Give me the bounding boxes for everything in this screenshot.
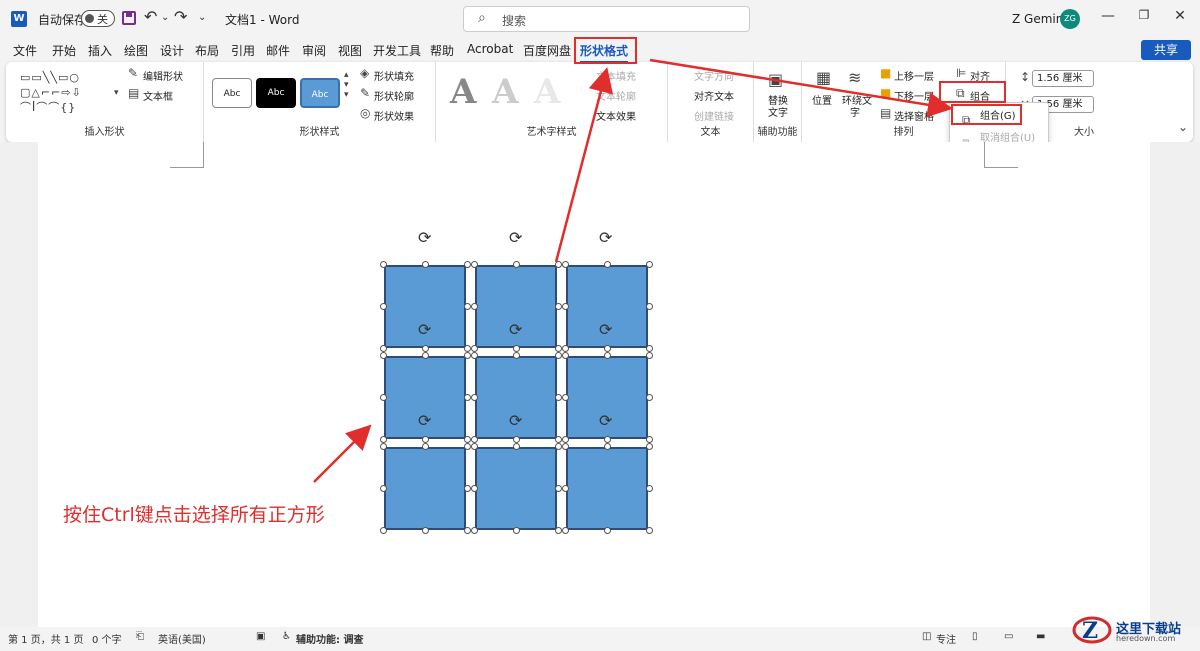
page-count[interactable]: 第 1 页，共 1 页 (8, 631, 83, 646)
focus-icon: ◫ (922, 631, 932, 642)
print-layout-icon[interactable]: ▭ (1004, 631, 1013, 642)
watermark-url: heredown.com (1116, 634, 1176, 643)
annotation-arrows (313, 58, 953, 483)
site-watermark: Z 这里下载站 heredown.com (1070, 612, 1198, 648)
arrow-to-tab (554, 67, 613, 263)
arrow-to-squares (313, 424, 372, 483)
status-bar: 第 1 页，共 1 页 0 个字 ⎗ 英语(美国) ▣ ♿ 辅助功能: 调查 ◫… (0, 627, 1200, 649)
language[interactable]: 英语(美国) (158, 631, 206, 646)
svg-text:Z: Z (1082, 618, 1098, 644)
proofing-icon[interactable]: ⎗ (136, 631, 144, 642)
macro-icon[interactable]: ▣ (256, 631, 265, 642)
word-count[interactable]: 0 个字 (92, 631, 122, 646)
web-layout-icon[interactable]: ▬ (1036, 631, 1045, 642)
arrow-to-group (649, 58, 953, 118)
read-mode-icon[interactable]: ▯ (972, 631, 978, 642)
watermark-logo-icon: Z (1072, 616, 1112, 644)
focus-mode[interactable]: 专注 (936, 631, 956, 646)
accessibility-icon: ♿ (282, 631, 291, 642)
accessibility-status[interactable]: 辅助功能: 调查 (296, 631, 363, 646)
